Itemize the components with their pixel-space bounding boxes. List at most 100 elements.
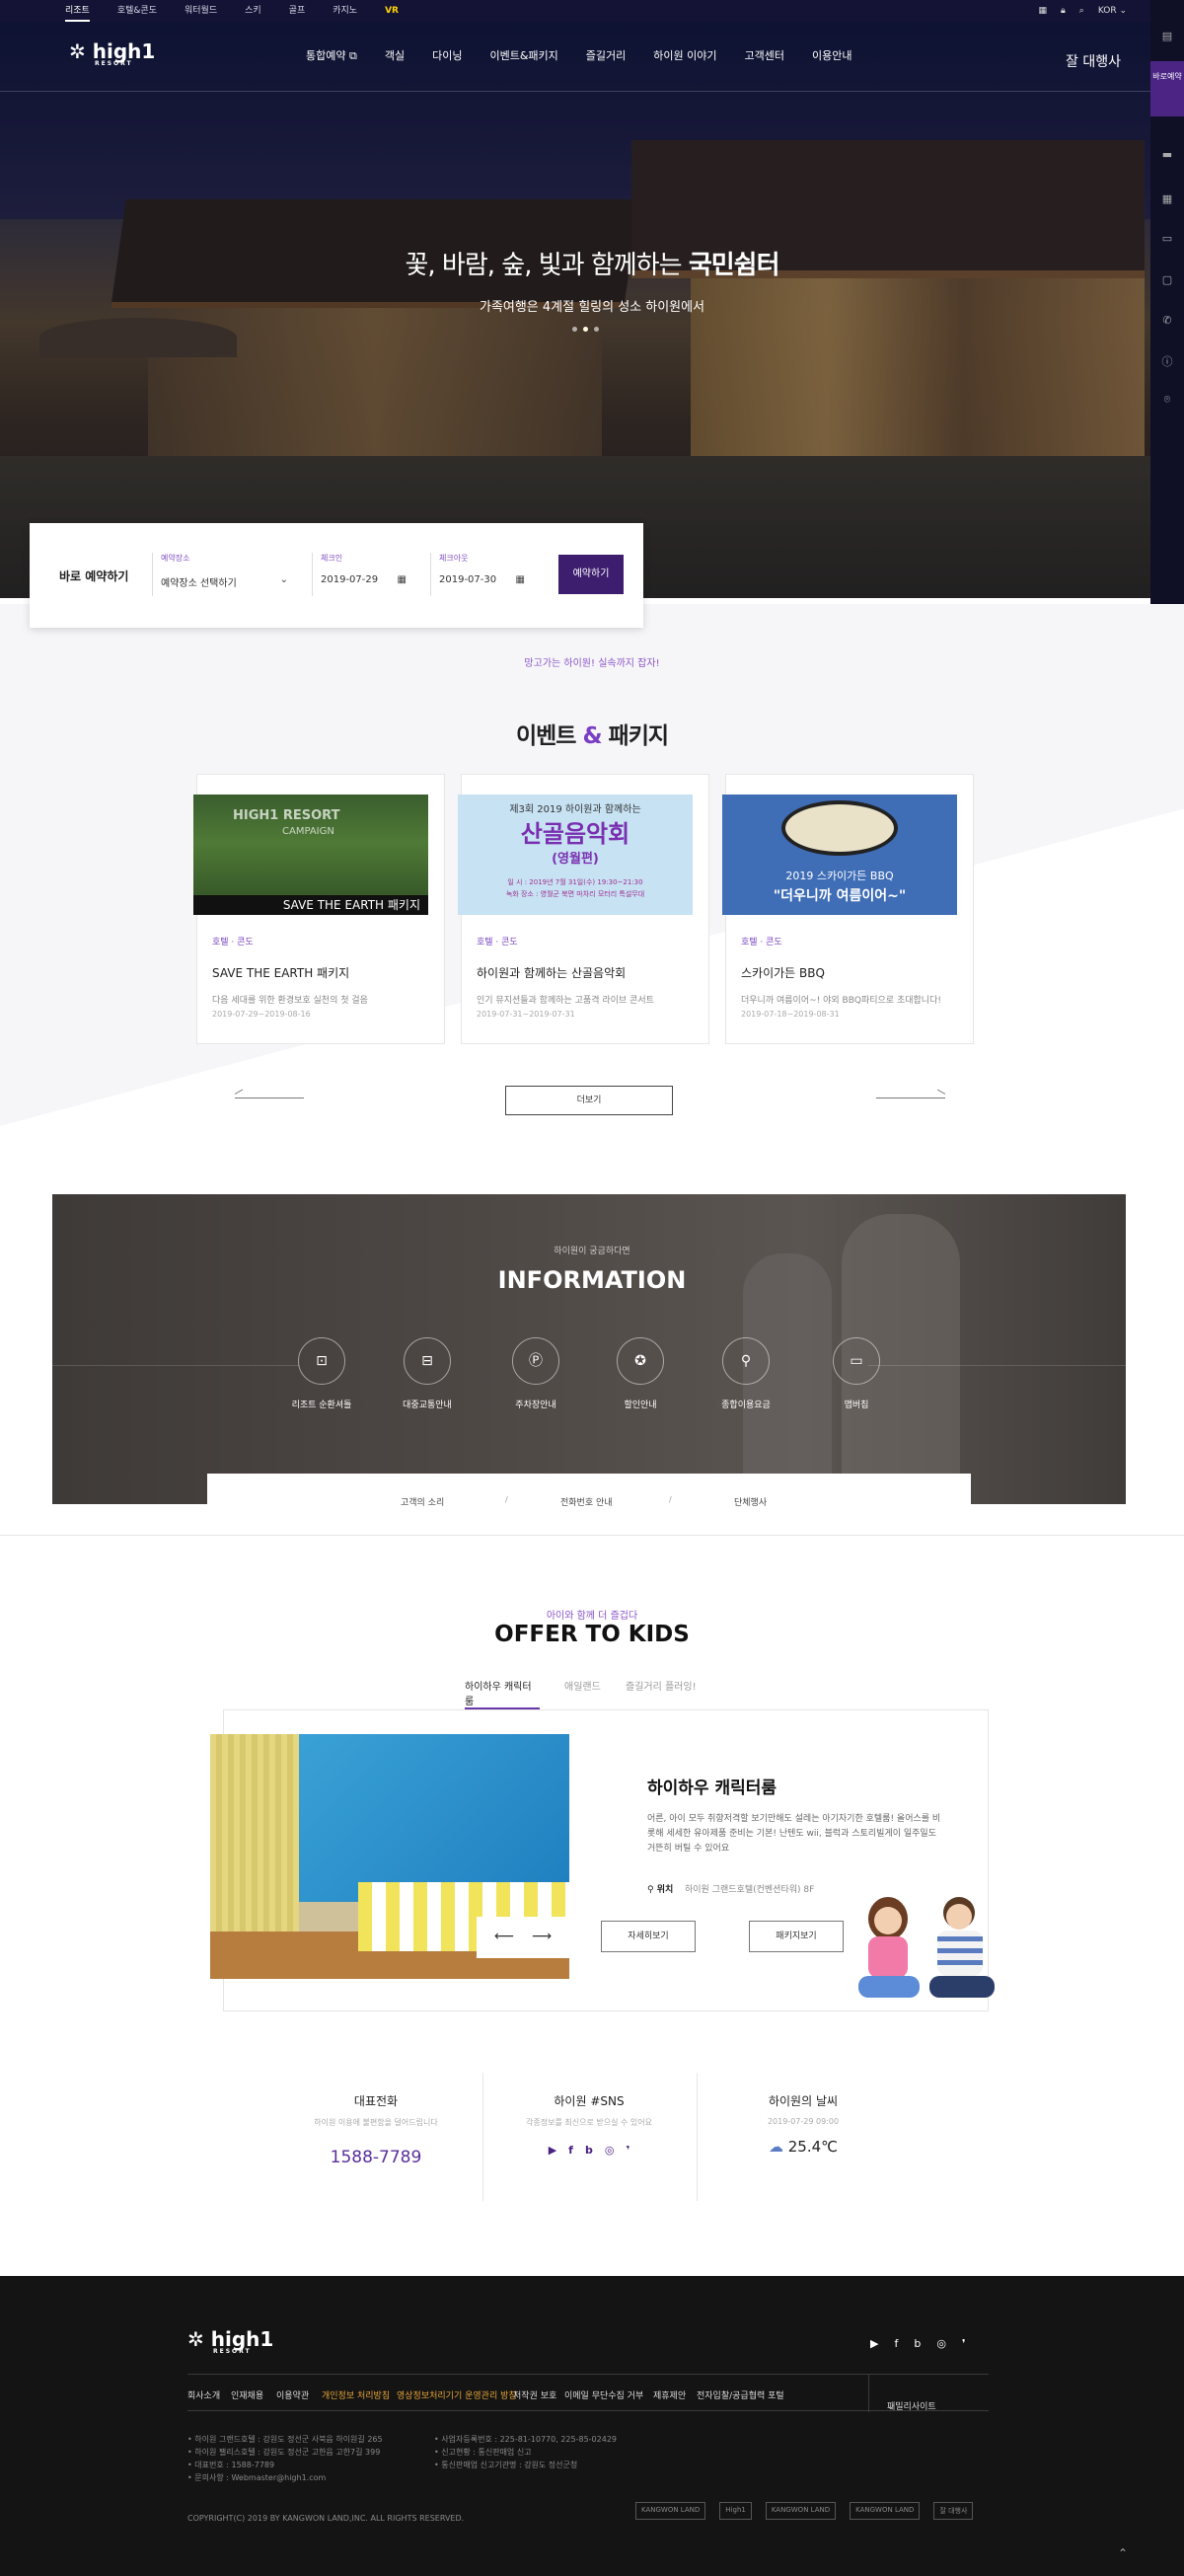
nav-item-activities[interactable]: 즐길거리	[586, 47, 626, 63]
phone-icon[interactable]: ✆	[1159, 314, 1175, 328]
footer-link[interactable]: 이용약관	[276, 2388, 309, 2401]
checkout-field[interactable]: 체크아웃 2019-07-30 ▦	[430, 553, 533, 596]
partner-logo[interactable]: 잘 대행사	[933, 2502, 974, 2520]
footer-link[interactable]: 이메일 무단수집 거부	[564, 2388, 643, 2401]
nav-item-guide[interactable]: 이용안내	[812, 47, 851, 63]
scroll-top-button[interactable]: ⌃	[1118, 2546, 1128, 2560]
partner-logo[interactable]: KANGWON LAND	[850, 2502, 921, 2520]
hero-dot-active[interactable]	[583, 327, 588, 332]
info-link-phone[interactable]: 전화번호 안내	[560, 1495, 613, 1508]
site-link-golf[interactable]: 골프	[289, 0, 306, 22]
facebook-icon[interactable]: f	[894, 2337, 898, 2350]
info-item-price[interactable]: ⚲ 종합이용요금	[706, 1337, 785, 1410]
info-item-label: 리조트 순환셔틀	[291, 1401, 352, 1410]
footer-link[interactable]: 전자입찰/공급협력 포털	[697, 2388, 784, 2401]
hero-dot[interactable]	[594, 327, 599, 332]
footer-link[interactable]: 제휴제안	[653, 2388, 686, 2401]
site-link-hotel[interactable]: 호텔&콘도	[117, 0, 157, 22]
site-link-ski[interactable]: 스키	[245, 0, 261, 22]
info-item-transit[interactable]: ⊟ 대중교통안내	[388, 1337, 467, 1410]
address-line: • 대표번호 : 1588-7789	[187, 2461, 275, 2469]
site-link-casino[interactable]: 카지노	[333, 0, 357, 22]
arrow-left-icon[interactable]: ⟵	[494, 1929, 514, 1944]
phone-number[interactable]: 1588-7789	[269, 2148, 482, 2167]
info-item-shuttle[interactable]: ⊡ 리조트 순환셔틀	[282, 1337, 361, 1410]
info-item-label: 주차장안내	[515, 1401, 556, 1410]
facebook-icon[interactable]: f	[568, 2144, 573, 2157]
kakao-story-icon[interactable]: ❜	[962, 2337, 966, 2350]
instagram-icon[interactable]: ◎	[936, 2337, 946, 2350]
site-link-waterworld[interactable]: 워터월드	[185, 0, 217, 22]
address-text: 사업자등록번호 : 225-81-10770, 225-85-02429	[441, 2435, 617, 2444]
info-link-voice[interactable]: 고객의 소리	[401, 1495, 444, 1508]
lock-icon[interactable]: 🔒︎	[1061, 0, 1066, 22]
hero-dot[interactable]	[572, 327, 577, 332]
language-select[interactable]: KOR ⌄	[1098, 0, 1127, 22]
partner-logo[interactable]: KANGWON LAND	[765, 2502, 837, 2520]
events-next-arrow[interactable]	[876, 1098, 945, 1099]
footer-link[interactable]: 저작권 보호	[513, 2388, 556, 2401]
card-icon[interactable]: ▭	[1159, 232, 1175, 246]
info-link-group[interactable]: 단체행사	[734, 1495, 767, 1508]
footer-link-cctv[interactable]: 영상정보처리기기 운영관리 방침	[397, 2388, 517, 2401]
events-more-button[interactable]: 더보기	[505, 1086, 673, 1115]
blog-icon[interactable]: b	[585, 2144, 593, 2157]
checkin-label: 체크인	[321, 554, 343, 563]
youtube-icon[interactable]: ▶	[549, 2144, 556, 2157]
bus-icon[interactable]: ▢	[1159, 273, 1175, 287]
nav-item-events[interactable]: 이벤트&패키지	[489, 47, 557, 63]
footer-link-privacy[interactable]: 개인정보 처리방침	[322, 2388, 390, 2401]
nav-item-rooms[interactable]: 객실	[385, 47, 405, 63]
info-icon[interactable]: ⓘ	[1159, 353, 1175, 368]
calendar-icon[interactable]: ▦	[1038, 0, 1047, 22]
info-item-membership[interactable]: ▭ 맵버칩	[817, 1337, 896, 1410]
family-site-select[interactable]: 패밀리사이트 ⌄	[868, 2375, 989, 2412]
calendar-icon[interactable]: ▦	[1159, 192, 1175, 206]
nav-item-story[interactable]: 하이원 이야기	[653, 47, 716, 63]
instagram-icon[interactable]: ◎	[605, 2144, 615, 2157]
bed-icon[interactable]: ▬	[1159, 148, 1175, 162]
arrow-right-icon[interactable]: ⟶	[532, 1929, 552, 1944]
partner-logo[interactable]: KANGWON LAND	[635, 2502, 706, 2520]
checkin-field[interactable]: 체크인 2019-07-29 ▦	[312, 553, 414, 596]
site-link-resort[interactable]: 리조트	[65, 0, 90, 22]
header-logo[interactable]: ✲ high1 RESORT	[69, 39, 155, 67]
info-item-discount[interactable]: ✪ 할인안내	[601, 1337, 680, 1410]
footer-link[interactable]: 회사소개	[187, 2388, 220, 2401]
weather-title: 하이원의 날씨	[768, 2094, 839, 2108]
footer-link[interactable]: 인재채용	[231, 2388, 263, 2401]
info-item-parking[interactable]: Ⓟ 주차장안내	[496, 1337, 575, 1410]
location-icon[interactable]: ⌾	[1159, 393, 1175, 407]
sns-links: ▶ f b ◎ ❜	[482, 2144, 696, 2157]
tab-fun[interactable]: 즐길거리 플러잉!	[626, 1678, 697, 1709]
tab-character-room[interactable]: 하이하우 캐릭터룸	[465, 1678, 540, 1709]
quick-side-bar: ▤ 바로예약 ▬ ▦ ▭ ▢ ✆ ⓘ ⌾	[1150, 0, 1184, 604]
nav-item-booking[interactable]: 통합예약 ⧉	[306, 47, 357, 63]
place-select[interactable]: 예약장소 예약장소 선택하기 ⌄	[152, 553, 296, 596]
nav-item-support[interactable]: 고객센터	[744, 47, 783, 63]
search-icon[interactable]: ⌕	[1079, 0, 1084, 22]
event-card[interactable]: HIGH1 RESORT CAMPAIGN SAVE THE EARTH 패키지…	[193, 774, 445, 1044]
kids-children-image	[858, 1897, 995, 1998]
tab-island[interactable]: 애일랜드	[564, 1678, 601, 1709]
events-prev-arrow[interactable]	[235, 1098, 304, 1099]
event-card[interactable]: 2019 스카이가든 BBQ "더우니까 여름이어~" 호텔 · 콘도 스카이가…	[722, 774, 974, 1044]
weather-value: ☁ 25.4℃	[697, 2138, 910, 2156]
event-card[interactable]: 제3회 2019 하이원과 함께하는 산골음악회 (영월편) 일 시 : 201…	[458, 774, 709, 1044]
brand-mark: 잘 대행사	[1066, 54, 1121, 70]
quick-book-button[interactable]: 바로예약	[1150, 61, 1184, 116]
book-icon[interactable]: ▤	[1159, 30, 1175, 43]
event-name: 스카이가든 BBQ	[741, 966, 825, 980]
blog-icon[interactable]: b	[914, 2337, 921, 2350]
detail-button[interactable]: 자세히보기	[601, 1921, 696, 1952]
hero-title-bold: 국민쉼터	[688, 251, 780, 280]
kids-room-image: ⟵ ⟶	[210, 1734, 569, 1979]
reserve-button[interactable]: 예약하기	[558, 555, 624, 594]
partner-logo[interactable]: High1	[719, 2502, 752, 2520]
event-category: 호텔 · 콘도	[212, 938, 254, 947]
youtube-icon[interactable]: ▶	[870, 2337, 878, 2350]
package-button[interactable]: 패키지보기	[749, 1921, 844, 1952]
nav-item-dining[interactable]: 다이닝	[432, 47, 462, 63]
site-link-vr[interactable]: VR	[385, 0, 399, 22]
kakao-story-icon[interactable]: ❜	[626, 2144, 629, 2157]
